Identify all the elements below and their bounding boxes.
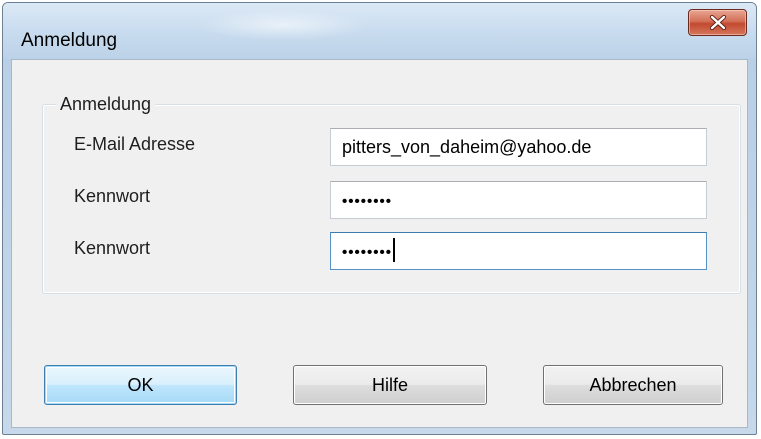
email-label: E-Mail Adresse: [74, 134, 196, 154]
login-dialog: Anmeldung Anmeldung E-Mail Adresse pitte…: [2, 2, 757, 435]
close-button[interactable]: [688, 9, 747, 36]
password-confirm-label: Kennwort: [74, 238, 151, 258]
password-value: ••••••••: [342, 193, 393, 210]
ok-button[interactable]: OK: [44, 365, 237, 405]
password-confirm-value: ••••••••: [342, 244, 393, 261]
email-field[interactable]: pitters_von_daheim@yahoo.de: [330, 128, 707, 166]
window-title: Anmeldung: [21, 30, 118, 51]
email-value: pitters_von_daheim@yahoo.de: [342, 137, 592, 157]
password-confirm-field[interactable]: ••••••••: [330, 232, 707, 270]
password-label: Kennwort: [74, 186, 151, 206]
cancel-button[interactable]: Abbrechen: [543, 365, 723, 405]
password-field[interactable]: ••••••••: [330, 181, 707, 219]
dialog-body: Anmeldung E-Mail Adresse pitters_von_dah…: [11, 59, 748, 428]
groupbox-legend: Anmeldung: [56, 93, 156, 115]
text-caret: [393, 238, 396, 263]
title-bar[interactable]: Anmeldung: [3, 3, 756, 59]
close-icon: [709, 15, 727, 30]
help-button[interactable]: Hilfe: [293, 365, 487, 405]
